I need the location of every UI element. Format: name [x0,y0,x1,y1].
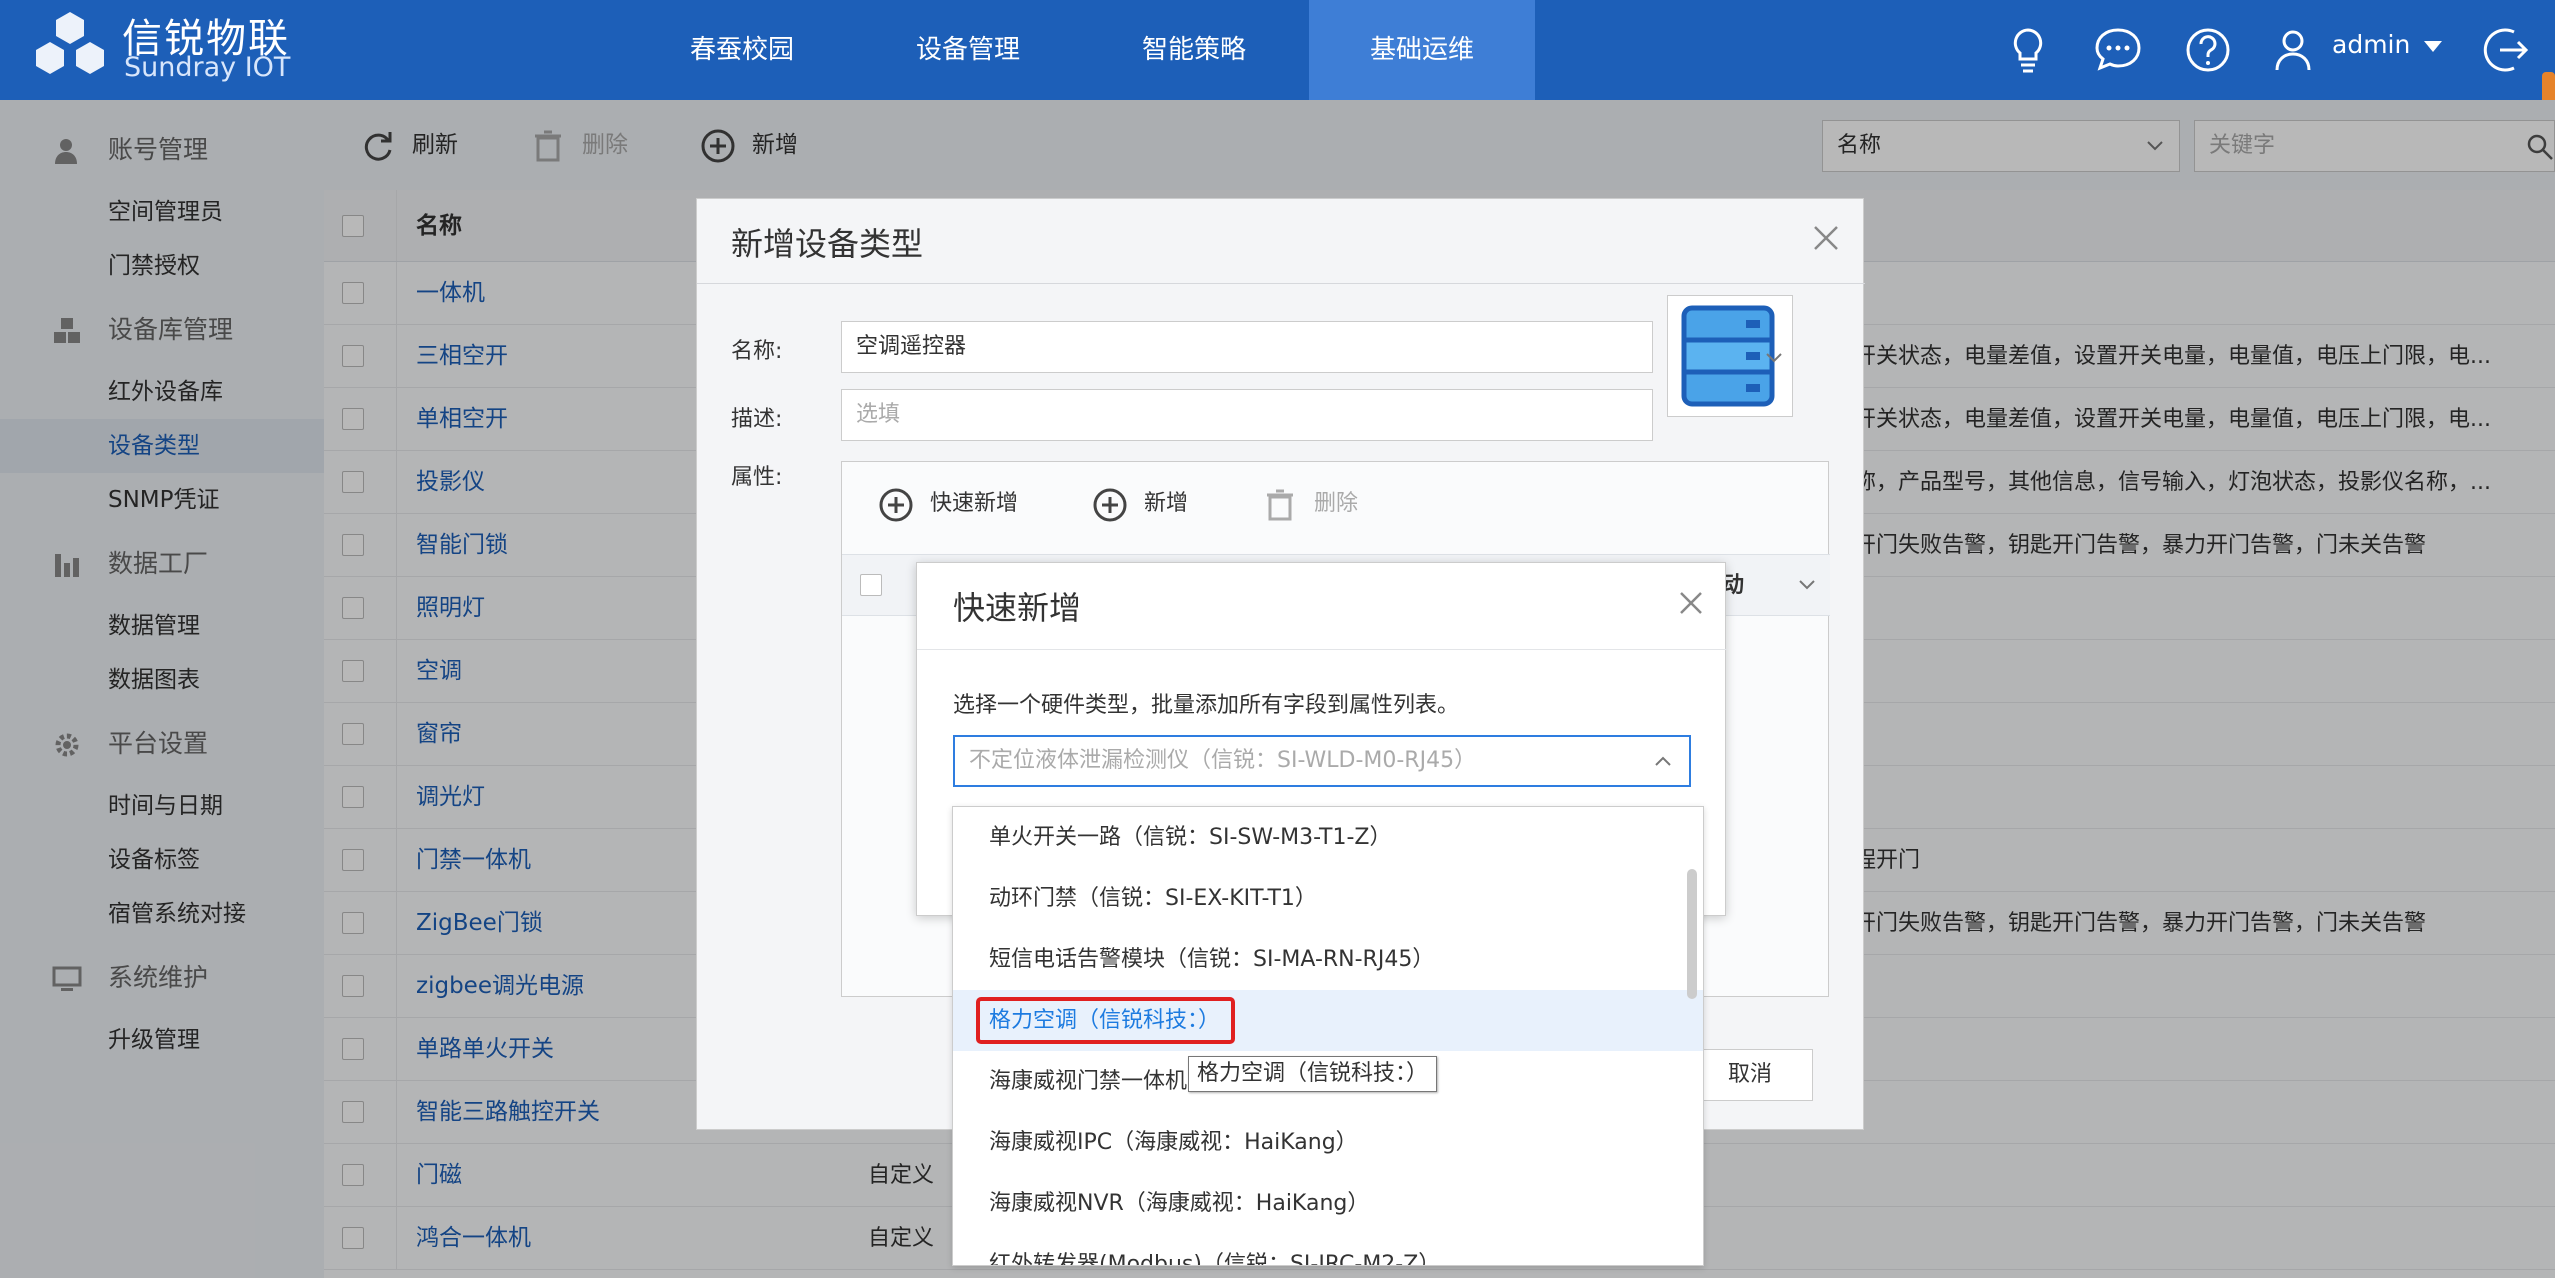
chevron-down-icon[interactable] [2424,41,2442,52]
dropdown-option[interactable]: 海康威视NVR（海康威视：HaiKang） [953,1173,1703,1234]
attributes-label: 属性: [731,465,783,490]
logout-icon[interactable] [2480,22,2536,78]
top-bar: 信锐物联 Sundray IOT 春蚕校园 设备管理 智能策略 基础运维 adm… [0,0,2555,152]
dropdown-option[interactable]: 红外转发器(Modbus)（信锐：SI-IRC-M2-Z） [953,1234,1703,1265]
close-icon[interactable] [1677,589,1705,617]
user-icon[interactable] [2265,22,2321,78]
nav-basic-ops[interactable]: 基础运维 [1309,0,1535,100]
chevron-up-icon [1655,756,1671,766]
description-input[interactable]: 选填 [841,389,1653,441]
description-label: 描述: [731,407,783,432]
highlight-annotation [976,997,1235,1044]
name-input[interactable]: 空调遥控器 [841,321,1653,373]
chat-icon[interactable] [2090,22,2146,78]
user-name[interactable]: admin [2332,30,2410,59]
quick-add-button[interactable]: 快速新增 [878,484,1018,524]
nav-device-management[interactable]: 设备管理 [886,0,1050,100]
nav-campus[interactable]: 春蚕校园 [660,0,824,100]
logo-icon [36,12,104,74]
attribute-select-all-checkbox[interactable] [860,574,882,596]
plus-circle-icon [879,488,913,522]
nav-smart-policy[interactable]: 智能策略 [1112,0,1276,100]
add-attribute-button[interactable]: 新增 [1092,484,1188,524]
chevron-down-icon [1766,353,1782,363]
quick-add-description: 选择一个硬件类型，批量添加所有字段到属性列表。 [953,693,1460,718]
server-icon [1681,305,1775,407]
dropdown-option[interactable]: 海康威视IPC（海康威视：HaiKang） [953,1112,1703,1173]
dropdown-option[interactable]: 动环门禁（信锐：SI-EX-KIT-T1） [953,868,1703,929]
close-icon[interactable] [1811,223,1841,253]
dialog-title: 新增设备类型 [731,225,924,263]
dropdown-option[interactable]: 短信电话告警模块（信锐：SI-MA-RN-RJ45） [953,929,1703,990]
help-icon[interactable] [2180,22,2236,78]
chevron-down-icon[interactable] [1797,575,1817,595]
device-icon-picker[interactable] [1667,295,1793,417]
dialog-title: 快速新增 [953,589,1082,627]
trash-icon [1267,489,1293,521]
brand-subtitle: Sundray IOT [124,52,291,83]
option-tooltip: 格力空调（信锐科技：） [1188,1056,1438,1092]
cancel-button[interactable]: 取消 [1687,1049,1813,1101]
hardware-type-select[interactable]: 不定位液体泄漏检测仪（信锐：SI-WLD-M0-RJ45） [953,735,1691,787]
plus-circle-icon [1093,488,1127,522]
dropdown-option[interactable]: 单火开关一路（信锐：SI-SW-M3-T1-Z） [953,807,1703,868]
name-label: 名称: [731,339,783,364]
dropdown-scrollbar[interactable] [1687,869,1697,999]
delete-attribute-button[interactable]: 删除 [1262,484,1358,524]
lightbulb-icon[interactable] [2000,22,2056,78]
